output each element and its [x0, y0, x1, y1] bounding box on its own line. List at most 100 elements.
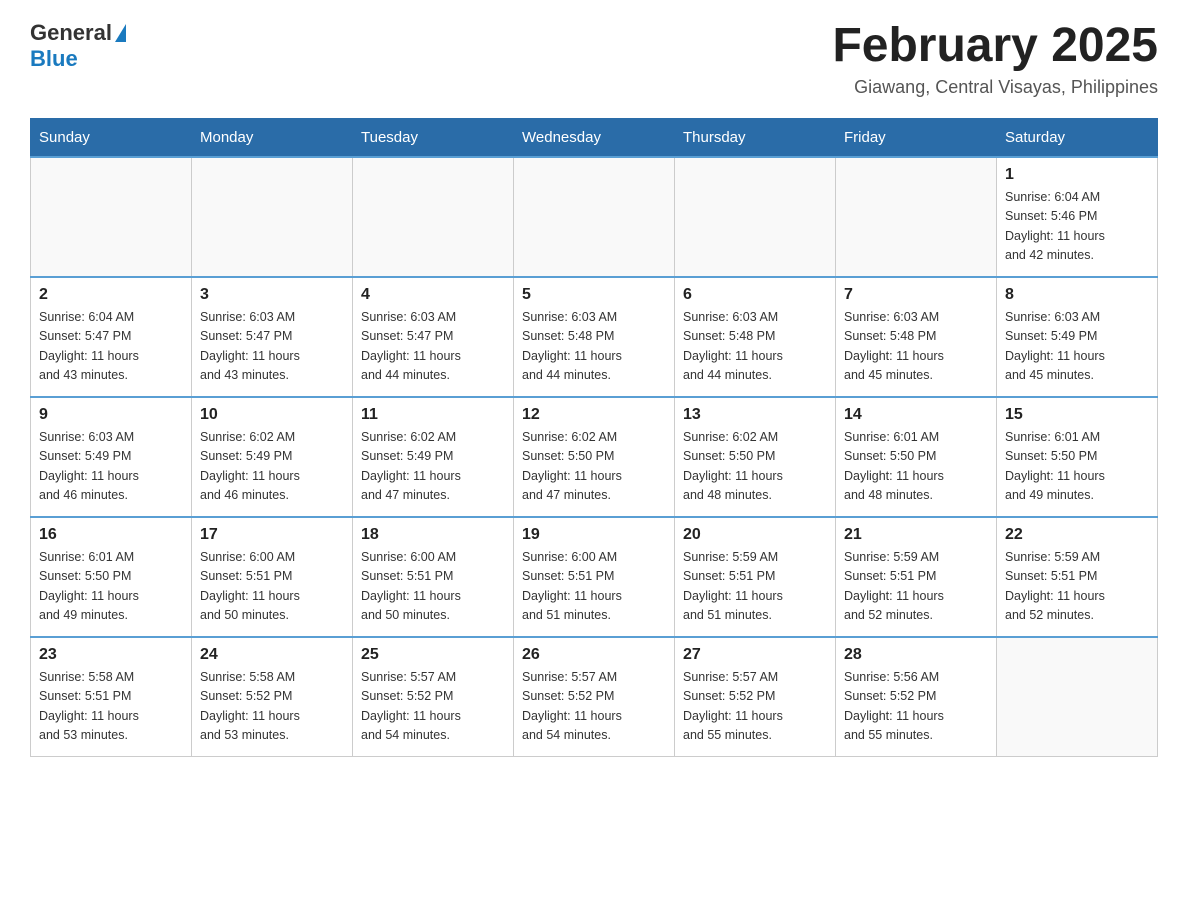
logo: General Blue: [30, 20, 126, 72]
day-info: Sunrise: 6:03 AM Sunset: 5:49 PM Dayligh…: [39, 428, 183, 506]
day-number: 15: [1005, 406, 1149, 424]
day-info: Sunrise: 6:03 AM Sunset: 5:49 PM Dayligh…: [1005, 308, 1149, 386]
day-number: 16: [39, 526, 183, 544]
day-number: 18: [361, 526, 505, 544]
calendar-cell-week5-day0: 23 Sunrise: 5:58 AM Sunset: 5:51 PM Dayli…: [31, 637, 192, 757]
day-number: 20: [683, 526, 827, 544]
calendar-cell-week1-day6: 1 Sunrise: 6:04 AM Sunset: 5:46 PM Daylig…: [997, 157, 1158, 277]
day-info: Sunrise: 6:02 AM Sunset: 5:49 PM Dayligh…: [200, 428, 344, 506]
day-number: 3: [200, 286, 344, 304]
calendar-cell-week5-day2: 25 Sunrise: 5:57 AM Sunset: 5:52 PM Dayli…: [353, 637, 514, 757]
calendar-cell-week1-day1: [192, 157, 353, 277]
calendar-cell-week2-day6: 8Sunrise: 6:03 AM Sunset: 5:49 PM Daylig…: [997, 277, 1158, 397]
weekday-header-thursday: Thursday: [675, 118, 836, 157]
calendar-cell-week4-day2: 18 Sunrise: 6:00 AM Sunset: 5:51 PM Dayli…: [353, 517, 514, 637]
calendar-cell-week2-day1: 3 Sunrise: 6:03 AM Sunset: 5:47 PM Daylig…: [192, 277, 353, 397]
day-info: Sunrise: 6:02 AM Sunset: 5:50 PM Dayligh…: [683, 428, 827, 506]
week-row-5: 23 Sunrise: 5:58 AM Sunset: 5:51 PM Dayli…: [31, 637, 1158, 757]
weekday-header-monday: Monday: [192, 118, 353, 157]
day-number: 2: [39, 286, 183, 304]
calendar-cell-week3-day4: 13 Sunrise: 6:02 AM Sunset: 5:50 PM Dayli…: [675, 397, 836, 517]
calendar-cell-week3-day5: 14 Sunrise: 6:01 AM Sunset: 5:50 PM Dayli…: [836, 397, 997, 517]
day-number: 28: [844, 646, 988, 664]
day-number: 23: [39, 646, 183, 664]
day-number: 1: [1005, 166, 1149, 184]
day-info: Sunrise: 6:04 AM Sunset: 5:46 PM Dayligh…: [1005, 188, 1149, 266]
day-number: 12: [522, 406, 666, 424]
logo-blue-text: Blue: [30, 46, 78, 71]
logo-triangle-icon: [115, 24, 126, 42]
day-number: 21: [844, 526, 988, 544]
day-number: 27: [683, 646, 827, 664]
weekday-header-friday: Friday: [836, 118, 997, 157]
calendar-cell-week1-day2: [353, 157, 514, 277]
day-info: Sunrise: 6:03 AM Sunset: 5:47 PM Dayligh…: [361, 308, 505, 386]
day-info: Sunrise: 5:57 AM Sunset: 5:52 PM Dayligh…: [522, 668, 666, 746]
calendar-cell-week3-day2: 11Sunrise: 6:02 AM Sunset: 5:49 PM Dayli…: [353, 397, 514, 517]
day-info: Sunrise: 5:57 AM Sunset: 5:52 PM Dayligh…: [361, 668, 505, 746]
calendar-cell-week5-day1: 24 Sunrise: 5:58 AM Sunset: 5:52 PM Dayli…: [192, 637, 353, 757]
day-info: Sunrise: 6:03 AM Sunset: 5:48 PM Dayligh…: [683, 308, 827, 386]
calendar-cell-week1-day5: [836, 157, 997, 277]
day-number: 26: [522, 646, 666, 664]
calendar-cell-week4-day3: 19Sunrise: 6:00 AM Sunset: 5:51 PM Dayli…: [514, 517, 675, 637]
day-number: 7: [844, 286, 988, 304]
day-number: 10: [200, 406, 344, 424]
day-info: Sunrise: 5:59 AM Sunset: 5:51 PM Dayligh…: [1005, 548, 1149, 626]
day-info: Sunrise: 5:58 AM Sunset: 5:51 PM Dayligh…: [39, 668, 183, 746]
day-info: Sunrise: 6:01 AM Sunset: 5:50 PM Dayligh…: [39, 548, 183, 626]
day-info: Sunrise: 6:02 AM Sunset: 5:49 PM Dayligh…: [361, 428, 505, 506]
day-info: Sunrise: 6:04 AM Sunset: 5:47 PM Dayligh…: [39, 308, 183, 386]
calendar-cell-week5-day4: 27 Sunrise: 5:57 AM Sunset: 5:52 PM Dayli…: [675, 637, 836, 757]
calendar-cell-week4-day0: 16 Sunrise: 6:01 AM Sunset: 5:50 PM Dayli…: [31, 517, 192, 637]
calendar-cell-week2-day2: 4 Sunrise: 6:03 AM Sunset: 5:47 PM Daylig…: [353, 277, 514, 397]
calendar-cell-week4-day1: 17Sunrise: 6:00 AM Sunset: 5:51 PM Dayli…: [192, 517, 353, 637]
weekday-header-saturday: Saturday: [997, 118, 1158, 157]
day-number: 14: [844, 406, 988, 424]
calendar-cell-week5-day3: 26 Sunrise: 5:57 AM Sunset: 5:52 PM Dayli…: [514, 637, 675, 757]
calendar-cell-week3-day1: 10 Sunrise: 6:02 AM Sunset: 5:49 PM Dayli…: [192, 397, 353, 517]
day-info: Sunrise: 6:02 AM Sunset: 5:50 PM Dayligh…: [522, 428, 666, 506]
calendar-cell-week2-day5: 7 Sunrise: 6:03 AM Sunset: 5:48 PM Daylig…: [836, 277, 997, 397]
calendar-cell-week4-day5: 21 Sunrise: 5:59 AM Sunset: 5:51 PM Dayli…: [836, 517, 997, 637]
week-row-4: 16 Sunrise: 6:01 AM Sunset: 5:50 PM Dayli…: [31, 517, 1158, 637]
day-info: Sunrise: 5:59 AM Sunset: 5:51 PM Dayligh…: [844, 548, 988, 626]
calendar-cell-week2-day3: 5 Sunrise: 6:03 AM Sunset: 5:48 PM Daylig…: [514, 277, 675, 397]
title-section: February 2025 Giawang, Central Visayas, …: [832, 20, 1158, 98]
day-number: 9: [39, 406, 183, 424]
calendar-table: SundayMondayTuesdayWednesdayThursdayFrid…: [30, 118, 1158, 758]
day-info: Sunrise: 6:03 AM Sunset: 5:47 PM Dayligh…: [200, 308, 344, 386]
weekday-header-row: SundayMondayTuesdayWednesdayThursdayFrid…: [31, 118, 1158, 157]
weekday-header-wednesday: Wednesday: [514, 118, 675, 157]
day-info: Sunrise: 6:00 AM Sunset: 5:51 PM Dayligh…: [200, 548, 344, 626]
calendar-cell-week3-day6: 15 Sunrise: 6:01 AM Sunset: 5:50 PM Dayli…: [997, 397, 1158, 517]
day-info: Sunrise: 6:03 AM Sunset: 5:48 PM Dayligh…: [522, 308, 666, 386]
page-header: General Blue February 2025 Giawang, Cent…: [30, 20, 1158, 98]
calendar-cell-week2-day0: 2 Sunrise: 6:04 AM Sunset: 5:47 PM Daylig…: [31, 277, 192, 397]
day-info: Sunrise: 6:01 AM Sunset: 5:50 PM Dayligh…: [1005, 428, 1149, 506]
day-number: 25: [361, 646, 505, 664]
day-number: 5: [522, 286, 666, 304]
calendar-cell-week4-day6: 22 Sunrise: 5:59 AM Sunset: 5:51 PM Dayli…: [997, 517, 1158, 637]
calendar-cell-week5-day5: 28 Sunrise: 5:56 AM Sunset: 5:52 PM Dayli…: [836, 637, 997, 757]
day-info: Sunrise: 6:03 AM Sunset: 5:48 PM Dayligh…: [844, 308, 988, 386]
calendar-cell-week5-day6: [997, 637, 1158, 757]
day-number: 24: [200, 646, 344, 664]
week-row-1: 1 Sunrise: 6:04 AM Sunset: 5:46 PM Daylig…: [31, 157, 1158, 277]
day-number: 4: [361, 286, 505, 304]
day-info: Sunrise: 5:58 AM Sunset: 5:52 PM Dayligh…: [200, 668, 344, 746]
day-info: Sunrise: 5:57 AM Sunset: 5:52 PM Dayligh…: [683, 668, 827, 746]
calendar-cell-week4-day4: 20Sunrise: 5:59 AM Sunset: 5:51 PM Dayli…: [675, 517, 836, 637]
logo-general-text: General: [30, 20, 112, 46]
day-number: 22: [1005, 526, 1149, 544]
weekday-header-tuesday: Tuesday: [353, 118, 514, 157]
day-info: Sunrise: 5:56 AM Sunset: 5:52 PM Dayligh…: [844, 668, 988, 746]
calendar-cell-week1-day0: [31, 157, 192, 277]
week-row-2: 2 Sunrise: 6:04 AM Sunset: 5:47 PM Daylig…: [31, 277, 1158, 397]
day-info: Sunrise: 6:00 AM Sunset: 5:51 PM Dayligh…: [361, 548, 505, 626]
calendar-cell-week1-day4: [675, 157, 836, 277]
month-year-title: February 2025: [832, 20, 1158, 73]
day-number: 13: [683, 406, 827, 424]
day-info: Sunrise: 6:01 AM Sunset: 5:50 PM Dayligh…: [844, 428, 988, 506]
calendar-cell-week3-day0: 9 Sunrise: 6:03 AM Sunset: 5:49 PM Daylig…: [31, 397, 192, 517]
